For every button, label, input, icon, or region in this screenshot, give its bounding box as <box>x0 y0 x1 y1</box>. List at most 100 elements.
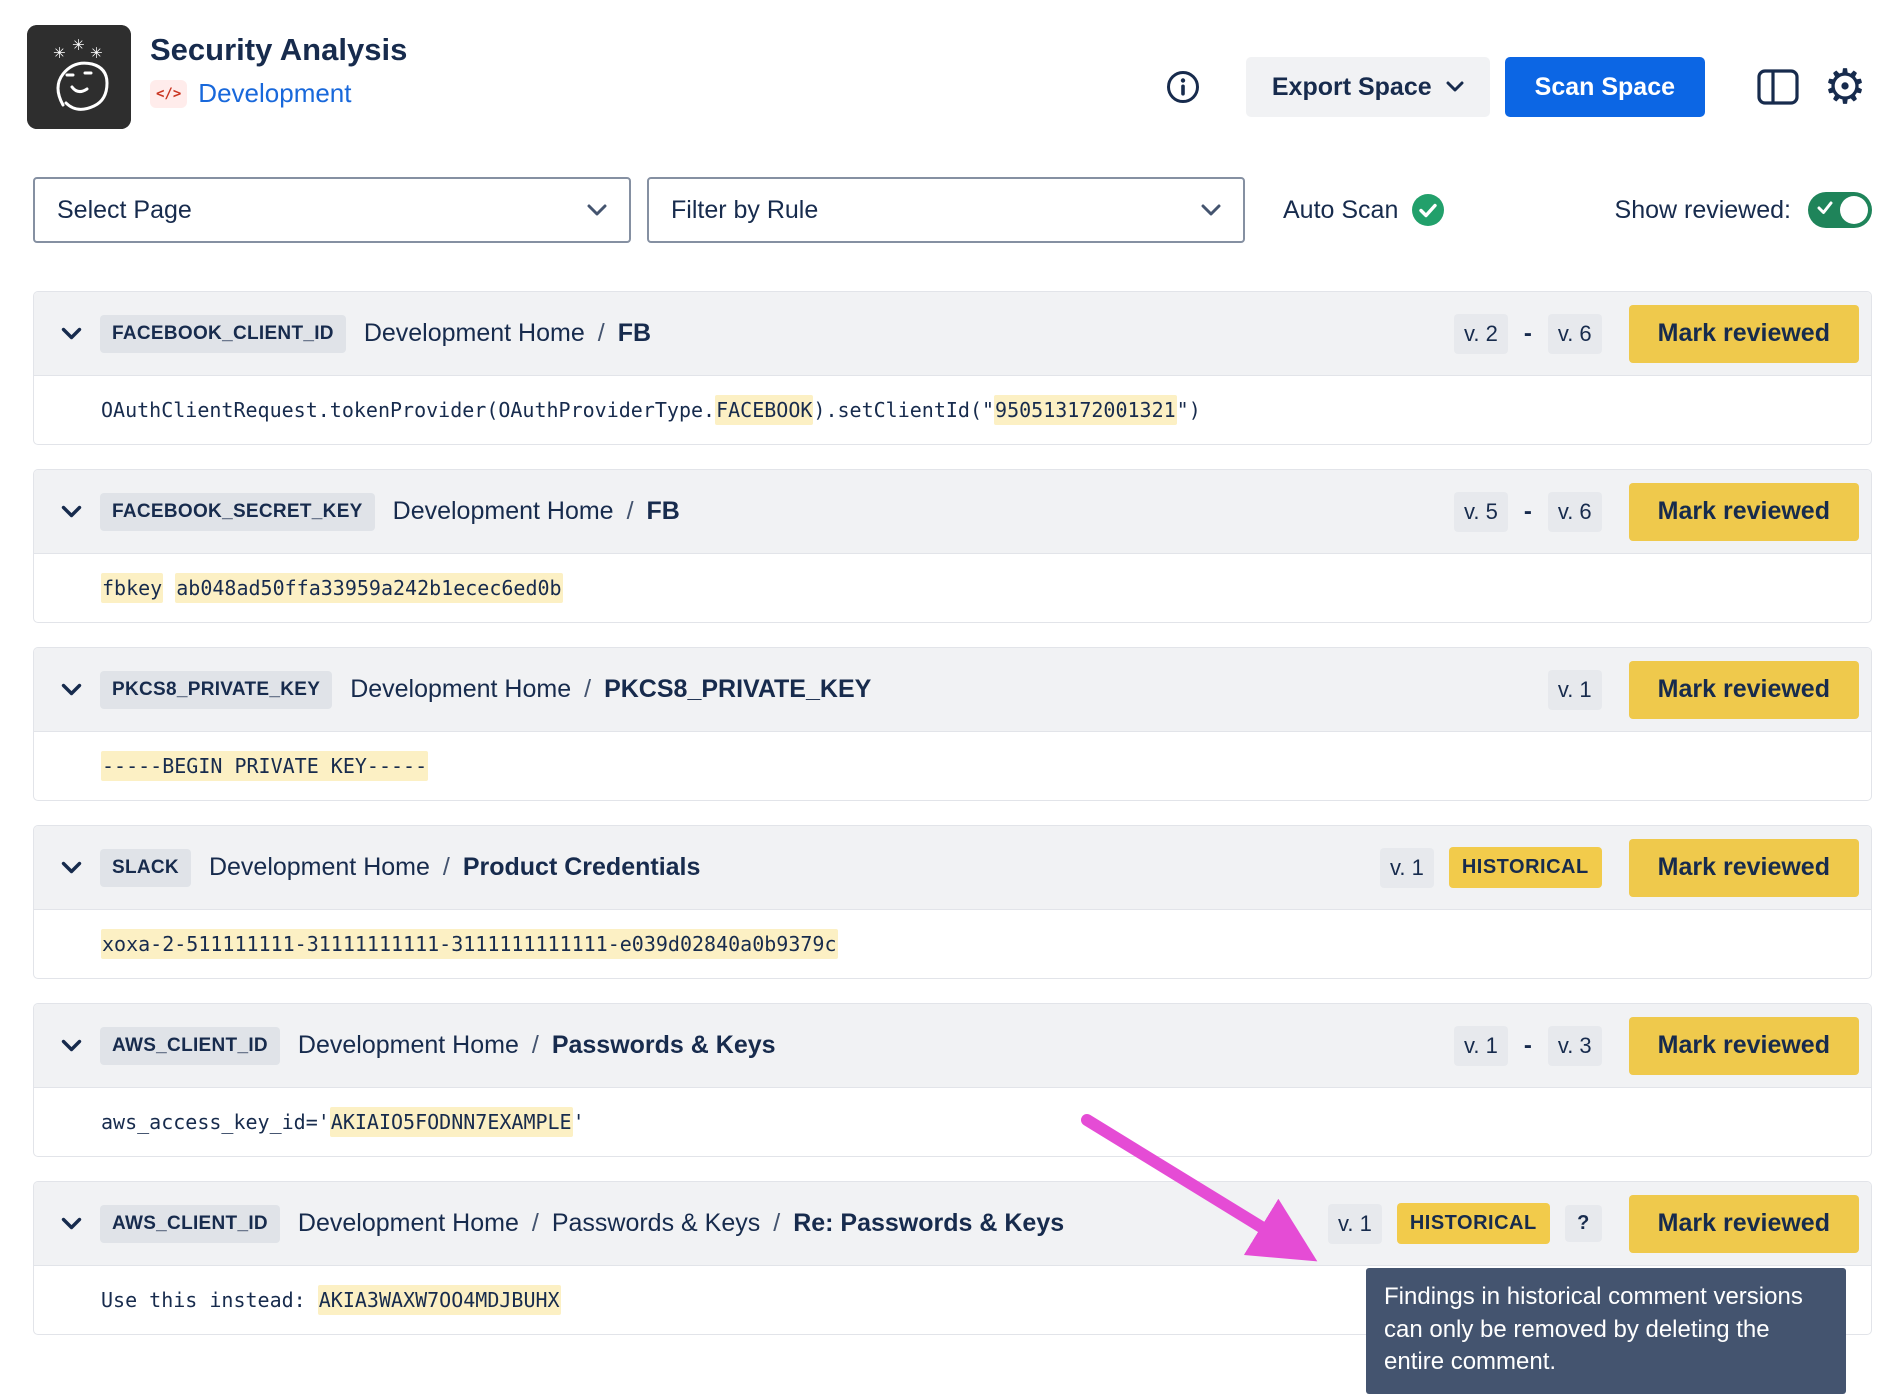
rule-badge: AWS_CLIENT_ID <box>100 1204 280 1243</box>
scan-space-button[interactable]: Scan Space <box>1504 57 1705 117</box>
version-range-separator: - <box>1523 497 1532 525</box>
historical-tooltip: Findings in historical comment versions … <box>1366 1268 1846 1394</box>
rule-badge: AWS_CLIENT_ID <box>100 1026 280 1065</box>
finding-match: -----BEGIN PRIVATE KEY----- <box>101 751 429 781</box>
collapse-chevron-icon[interactable] <box>61 1217 82 1231</box>
app-logo: ✳ ✳ ✳ <box>27 25 131 129</box>
filter-by-rule-dropdown[interactable]: Filter by Rule <box>647 177 1245 243</box>
finding-match: xoxa-2-511111111-31111111111-31111111111… <box>101 929 838 959</box>
toggle-check-icon <box>1817 201 1833 215</box>
select-page-dropdown[interactable]: Select Page <box>33 177 631 243</box>
breadcrumb-item[interactable]: Development Home <box>298 1031 519 1060</box>
space-link[interactable]: Development <box>198 78 351 109</box>
finding-code-row: fbkey ab048ad50ffa33959a242b1ecec6ed0b <box>34 554 1871 622</box>
show-reviewed-toggle[interactable] <box>1808 192 1872 228</box>
breadcrumb: Development Home / Product Credentials <box>209 853 700 882</box>
page: ✳ ✳ ✳ Security Analysis </> Development Ex… <box>0 0 1902 1398</box>
finding-card: FACEBOOK_SECRET_KEY Development Home / FB … <box>33 469 1872 623</box>
breadcrumb: Development Home / Passwords & Keys / Re: Pa… <box>298 1209 1064 1238</box>
collapse-chevron-icon[interactable] <box>61 861 82 875</box>
version-badge: v. 1 <box>1454 1025 1508 1066</box>
breadcrumb-item[interactable]: Passwords & Keys <box>552 1209 760 1238</box>
panel-layout-icon <box>1757 69 1799 105</box>
historical-badge: HISTORICAL <box>1396 1203 1550 1244</box>
mark-reviewed-button[interactable]: Mark reviewed <box>1628 482 1859 541</box>
collapse-chevron-icon[interactable] <box>61 327 82 341</box>
finding-header: PKCS8_PRIVATE_KEY Development Home / PKCS8… <box>34 648 1871 732</box>
finding-match: 950513172001321 <box>994 395 1177 425</box>
code-snippet: OAuthClientRequest.tokenProvider(OAuthPr… <box>101 395 1201 425</box>
finding-meta: v. 1 HISTORICAL <box>1379 847 1602 888</box>
breadcrumb-item[interactable]: Product Credentials <box>463 853 701 882</box>
mark-reviewed-button[interactable]: Mark reviewed <box>1628 1016 1859 1075</box>
code-text: ") <box>1176 398 1201 422</box>
collapse-chevron-icon[interactable] <box>61 505 82 519</box>
toggle-knob <box>1840 196 1868 224</box>
help-icon[interactable]: ? <box>1564 1205 1602 1242</box>
finding-header: AWS_CLIENT_ID Development Home / Passwords… <box>34 1004 1871 1088</box>
version-range-separator: - <box>1523 1031 1532 1059</box>
breadcrumb-item[interactable]: PKCS8_PRIVATE_KEY <box>604 675 871 704</box>
breadcrumb-item[interactable]: FB <box>618 319 651 348</box>
finding-match: ab048ad50ffa33959a242b1ecec6ed0b <box>175 573 563 603</box>
header-iconbar: ⚙ <box>1751 60 1872 114</box>
rule-badge: FACEBOOK_CLIENT_ID <box>100 314 346 353</box>
finding-header: AWS_CLIENT_ID Development Home / Passwords… <box>34 1182 1871 1266</box>
finding-match: AKIAIO5FODNN7EXAMPLE <box>329 1107 573 1137</box>
version-badge: v. 6 <box>1547 313 1602 354</box>
version-badge: v. 6 <box>1547 491 1602 532</box>
collapse-chevron-icon[interactable] <box>61 683 82 697</box>
settings-button[interactable]: ⚙ <box>1818 60 1872 114</box>
breadcrumb-item[interactable]: Re: Passwords & Keys <box>793 1209 1064 1238</box>
code-text: aws_access_key_id=' <box>101 1110 330 1134</box>
show-reviewed-label: Show reviewed: <box>1614 195 1791 224</box>
breadcrumb-separator: / <box>442 853 450 881</box>
finding-code-row: -----BEGIN PRIVATE KEY----- <box>34 732 1871 800</box>
breadcrumb-item[interactable]: Development Home <box>393 497 614 526</box>
code-snippet: fbkey ab048ad50ffa33959a242b1ecec6ed0b <box>101 573 563 603</box>
rule-badge: SLACK <box>100 848 191 887</box>
select-page-placeholder: Select Page <box>57 195 192 224</box>
finding-header: SLACK Development Home / Product Credentia… <box>34 826 1871 910</box>
breadcrumb-separator: / <box>531 1209 539 1237</box>
breadcrumb-item[interactable]: Development Home <box>209 853 430 882</box>
mark-reviewed-button[interactable]: Mark reviewed <box>1628 838 1859 897</box>
code-text: ' <box>572 1110 585 1134</box>
code-snippet: aws_access_key_id='AKIAIO5FODNN7EXAMPLE' <box>101 1107 585 1137</box>
finding-meta: v. 5- v. 6 <box>1454 491 1602 532</box>
historical-badge: HISTORICAL <box>1448 847 1602 888</box>
auto-scan-check-icon <box>1412 194 1445 226</box>
finding-code-row: xoxa-2-511111111-31111111111-31111111111… <box>34 910 1871 978</box>
mark-reviewed-button[interactable]: Mark reviewed <box>1628 304 1859 363</box>
breadcrumb: Development Home / FB <box>364 319 651 348</box>
info-button[interactable] <box>1166 70 1200 104</box>
breadcrumb-separator: / <box>531 1031 539 1059</box>
filter-bar: Select Page Filter by Rule Auto Scan Sho… <box>0 177 1902 243</box>
version-badge: v. 3 <box>1547 1025 1602 1066</box>
panel-toggle-button[interactable] <box>1751 60 1805 114</box>
auto-scan-label: Auto Scan <box>1283 195 1399 224</box>
code-text: Use this instead: <box>101 1288 318 1312</box>
breadcrumb-item[interactable]: Development Home <box>350 675 571 704</box>
breadcrumb-item[interactable]: FB <box>647 497 680 526</box>
finding-card: SLACK Development Home / Product Credentia… <box>33 825 1872 979</box>
finding-header: FACEBOOK_CLIENT_ID Development Home / FB v… <box>34 292 1871 376</box>
mark-reviewed-button[interactable]: Mark reviewed <box>1628 660 1859 719</box>
finding-card: AWS_CLIENT_ID Development Home / Passwords… <box>33 1003 1872 1157</box>
code-text: OAuthClientRequest.tokenProvider(OAuthPr… <box>101 398 716 422</box>
info-icon <box>1166 71 1199 103</box>
finding-meta: v. 1 HISTORICAL? <box>1327 1203 1602 1244</box>
breadcrumb: Development Home / PKCS8_PRIVATE_KEY <box>350 675 871 704</box>
breadcrumb-item[interactable]: Development Home <box>364 319 585 348</box>
auto-scan-status: Auto Scan <box>1283 193 1445 227</box>
breadcrumb-item[interactable]: Development Home <box>298 1209 519 1238</box>
export-space-button[interactable]: Export Space <box>1245 57 1490 117</box>
breadcrumb-item[interactable]: Passwords & Keys <box>552 1031 776 1060</box>
collapse-chevron-icon[interactable] <box>61 1039 82 1053</box>
finding-header: FACEBOOK_SECRET_KEY Development Home / FB … <box>34 470 1871 554</box>
mark-reviewed-button[interactable]: Mark reviewed <box>1628 1194 1859 1253</box>
version-badge: v. 1 <box>1547 669 1602 710</box>
code-snippet: -----BEGIN PRIVATE KEY----- <box>101 751 429 781</box>
version-range-separator: - <box>1523 319 1532 347</box>
